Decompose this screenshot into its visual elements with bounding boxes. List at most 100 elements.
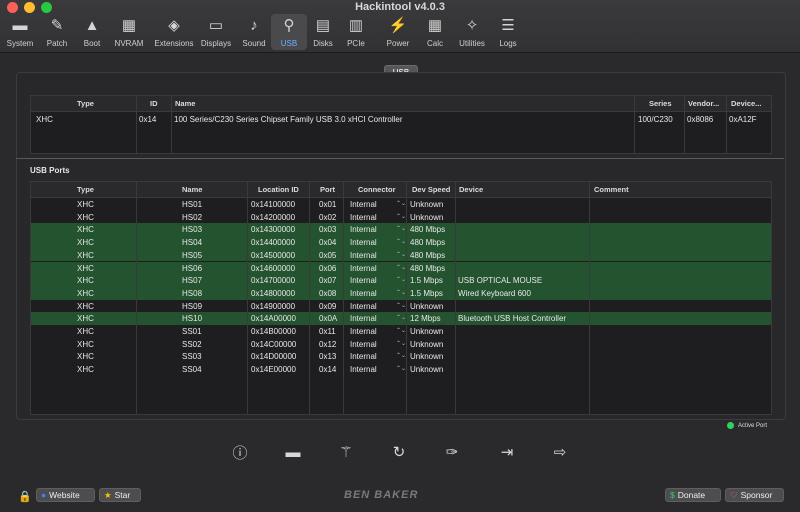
toolbar-extensions[interactable]: ◈ Extensions — [151, 14, 197, 50]
connector-dropdown-icon[interactable]: ⌃⌄ — [396, 238, 406, 245]
connector-dropdown-icon[interactable]: ⌃⌄ — [396, 276, 406, 283]
col-name[interactable]: Name — [175, 99, 195, 108]
port-connector[interactable]: Internal — [350, 225, 377, 234]
connector-dropdown-icon[interactable]: ⌃⌄ — [396, 352, 406, 359]
port-row[interactable]: XHC SS03 0x14D00000 0x13 Internal Unknown ⌃⌄ — [31, 350, 771, 363]
port-row[interactable]: XHC HS06 0x14600000 0x06 Internal 480 Mbps ⌃⌄ — [31, 261, 771, 275]
port-row[interactable]: XHC HS09 0x14900000 0x09 Internal Unknown ⌃⌄ — [31, 300, 771, 313]
port-name: HS08 — [182, 288, 203, 298]
port-speed: Unknown — [410, 200, 444, 209]
usb-icon: ⚲ — [283, 17, 295, 34]
port-connector[interactable]: Internal — [350, 213, 377, 222]
remove-icon[interactable]: ▬ — [281, 441, 305, 463]
connector-dropdown-icon[interactable]: ⌃⌄ — [396, 302, 406, 309]
connector-dropdown-icon[interactable]: ⌃⌄ — [396, 327, 406, 334]
toolbar-disks[interactable]: ▤ Disks — [305, 14, 341, 50]
port-port: 0x06 — [319, 263, 337, 273]
toolbar-logs[interactable]: ☰ Logs — [493, 14, 523, 50]
port-type: XHC — [77, 276, 94, 286]
col-vendor[interactable]: Vendor... — [688, 99, 719, 108]
controller-series: 100/C230 — [638, 115, 673, 124]
connector-dropdown-icon[interactable]: ⌃⌄ — [396, 213, 406, 220]
sponsor-button[interactable]: ♡ Sponsor — [725, 488, 784, 502]
port-connector[interactable]: Internal — [350, 340, 377, 349]
info-icon[interactable]: ⓘ — [228, 441, 252, 463]
toolbar-utilities[interactable]: ✧ Utilities — [452, 14, 492, 50]
toolbar-usb[interactable]: ⚲ USB — [271, 14, 307, 50]
toolbar-system[interactable]: ▬ System — [1, 14, 39, 50]
port-row[interactable]: XHC HS05 0x14500000 0x05 Internal 480 Mbps ⌃⌄ — [31, 248, 771, 262]
port-connector[interactable]: Internal — [350, 238, 377, 247]
port-name: HS09 — [182, 301, 203, 311]
port-connector[interactable]: Internal — [350, 352, 377, 361]
col-comment[interactable]: Comment — [594, 185, 629, 194]
connector-dropdown-icon[interactable]: ⌃⌄ — [396, 264, 406, 271]
port-row[interactable]: XHC HS03 0x14300000 0x03 Internal 480 Mbps ⌃⌄ — [31, 223, 771, 237]
port-name: SS04 — [182, 365, 202, 375]
port-connector[interactable]: Internal — [350, 327, 377, 336]
toolbar-label: Sound — [242, 39, 266, 48]
port-row[interactable]: XHC HS10 0x14A00000 0x0A Internal 12 Mbps Blue… — [31, 312, 771, 325]
toolbar-nvram[interactable]: ▦ NVRAM — [110, 14, 148, 50]
toolbar-calc[interactable]: ▦ Calc — [418, 14, 452, 50]
col-device[interactable]: Device — [459, 185, 483, 194]
inject-syringe-icon[interactable]: ✑ — [440, 441, 464, 463]
connector-dropdown-icon[interactable]: ⌃⌄ — [396, 251, 406, 258]
connector-dropdown-icon[interactable]: ⌃⌄ — [396, 200, 406, 207]
port-connector[interactable]: Internal — [350, 314, 377, 323]
port-connector[interactable]: Internal — [350, 251, 377, 260]
port-name: HS01 — [182, 200, 203, 209]
col-port[interactable]: Port — [320, 185, 335, 194]
controllers-header: Type ID Name Series Vendor... Device... — [31, 96, 771, 112]
website-button[interactable]: ● Website — [36, 488, 95, 502]
connector-dropdown-icon[interactable]: ⌃⌄ — [396, 365, 406, 372]
port-row[interactable]: XHC SS04 0x14E00000 0x14 Internal Unknown ⌃⌄ — [31, 363, 771, 376]
port-connector[interactable]: Internal — [350, 276, 377, 285]
connector-dropdown-icon[interactable]: ⌃⌄ — [396, 225, 406, 232]
port-row[interactable]: XHC HS07 0x14700000 0x07 Internal 1.5 Mbps USB… — [31, 274, 771, 287]
col-id[interactable]: ID — [150, 99, 158, 108]
port-connector[interactable]: Internal — [350, 264, 377, 273]
clear-broom-icon[interactable]: ⚚ — [334, 441, 358, 463]
connector-dropdown-icon[interactable]: ⌃⌄ — [396, 289, 406, 296]
toolbar-power[interactable]: ⚡ Power — [379, 14, 417, 50]
col-dev-speed[interactable]: Dev Speed — [412, 185, 450, 194]
export-icon[interactable]: ⇨ — [548, 441, 572, 463]
port-connector[interactable]: Internal — [350, 365, 377, 374]
connector-dropdown-icon[interactable]: ⌃⌄ — [396, 314, 406, 321]
toolbar-displays[interactable]: ▭ Displays — [196, 14, 236, 50]
usb-ports-title: USB Ports — [30, 166, 70, 175]
col-connector[interactable]: Connector — [358, 185, 396, 194]
import-icon[interactable]: ⇥ — [495, 441, 519, 463]
connector-dropdown-icon[interactable]: ⌃⌄ — [396, 340, 406, 347]
donate-button[interactable]: $ Donate — [665, 488, 721, 502]
ben-baker-logo: BEN BAKER — [344, 489, 419, 501]
port-connector[interactable]: Internal — [350, 289, 377, 298]
lock-icon[interactable]: 🔒 — [18, 489, 32, 503]
port-connector[interactable]: Internal — [350, 302, 377, 311]
port-row[interactable]: XHC SS02 0x14C00000 0x12 Internal Unknown ⌃⌄ — [31, 338, 771, 351]
col-name[interactable]: Name — [182, 185, 202, 194]
col-device[interactable]: Device... — [731, 99, 761, 108]
port-port: 0x05 — [319, 250, 337, 260]
port-connector[interactable]: Internal — [350, 200, 377, 209]
col-type[interactable]: Type — [77, 185, 94, 194]
port-port: 0x0A — [319, 314, 338, 324]
col-location-id[interactable]: Location ID — [258, 185, 299, 194]
toolbar-pcie[interactable]: ▥ PCIe — [340, 14, 372, 50]
refresh-icon[interactable]: ↻ — [387, 441, 411, 463]
port-row[interactable]: XHC HS08 0x14800000 0x08 Internal 1.5 Mbps Wir… — [31, 286, 771, 300]
port-row[interactable]: XHC HS04 0x14400000 0x04 Internal 480 Mbps ⌃⌄ — [31, 236, 771, 249]
star-button[interactable]: ★ Star — [99, 488, 141, 502]
toolbar-boot[interactable]: ▲ Boot — [76, 14, 108, 50]
port-row[interactable]: XHC HS01 0x14100000 0x01 Internal Unknown ⌃⌄ — [31, 198, 771, 211]
toolbar-sound[interactable]: ♪ Sound — [237, 14, 271, 50]
port-port: 0x14 — [319, 365, 337, 375]
port-port: 0x02 — [319, 212, 337, 222]
port-row[interactable]: XHC HS02 0x14200000 0x02 Internal Unknown ⌃⌄ — [31, 211, 771, 224]
toolbar-patch[interactable]: ✎ Patch — [38, 14, 76, 50]
window-title: Hackintool v4.0.3 — [355, 1, 445, 13]
port-row[interactable]: XHC SS01 0x14B00000 0x11 Internal Unknown ⌃⌄ — [31, 325, 771, 338]
col-series[interactable]: Series — [649, 99, 672, 108]
col-type[interactable]: Type — [77, 99, 94, 108]
